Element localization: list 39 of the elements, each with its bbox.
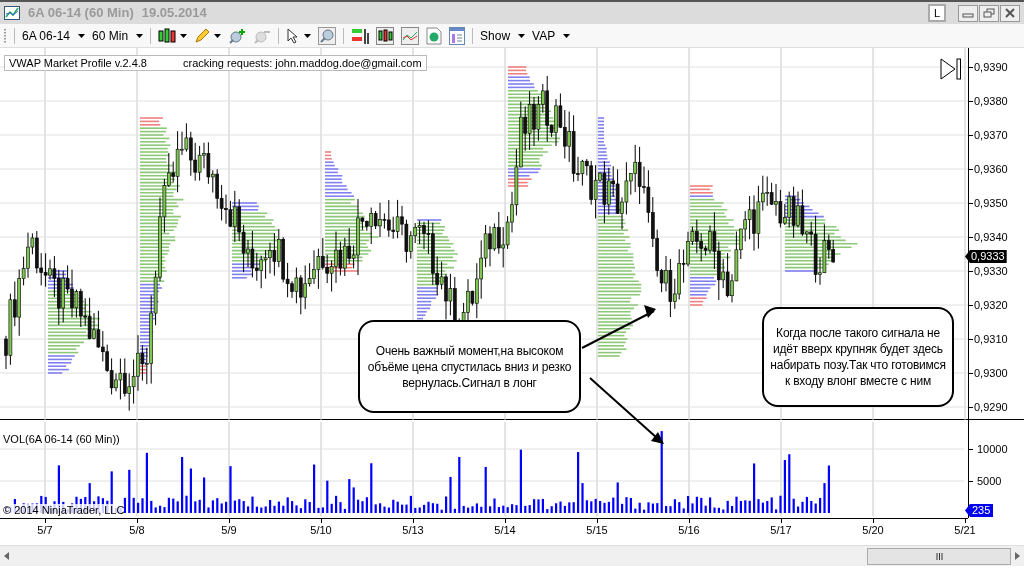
copyright: © 2014 NinjaTrader, LLC: [3, 504, 125, 516]
price-tick-label: 0,9340: [973, 230, 1008, 244]
date-tick-label: 5/10: [310, 523, 332, 537]
price-tick-label: 0,9310: [973, 332, 1008, 346]
indicator-name: VWAP Market Profile v.2.4.8: [9, 56, 147, 70]
date-tick-label: 5/20: [862, 523, 884, 537]
last-price-badge: 0,9333: [965, 250, 1007, 263]
date-tick-label: 5/7: [37, 523, 53, 537]
date-tick-label: 5/16: [678, 523, 700, 537]
date-tick-label: 5/8: [129, 523, 145, 537]
price-tick-label: 0,9330: [973, 264, 1008, 278]
callout-text: Когда после такого сигнала не идёт вверх крупняк будет здесь набирать позу.Так что готовимся к входу влонг вместе с ним: [769, 325, 947, 389]
date-tick-label: 5/14: [494, 523, 516, 537]
last-volume-badge: 235: [965, 504, 994, 517]
date-tick-label: 5/13: [402, 523, 424, 537]
date-tick-label: 5/17: [770, 523, 792, 537]
price-tick-label: 0,9290: [973, 400, 1008, 414]
window-title: 6A 06-14 (60 Min): [28, 4, 134, 23]
price-tick-label: 0,9300: [973, 366, 1008, 380]
price-tick-label: 0,9360: [973, 162, 1008, 176]
price-tick-label: 0,9390: [973, 60, 1008, 74]
volume-tick-label: 5000: [976, 474, 1002, 488]
link-button[interactable]: L: [928, 4, 946, 22]
show-dropdown[interactable]: Show: [480, 26, 526, 45]
interval-dropdown[interactable]: 60 Min: [92, 26, 144, 45]
date-tick-label: 5/15: [586, 523, 608, 537]
date-tick-label: 5/21: [954, 523, 976, 537]
window-date: 19.05.2014: [141, 4, 207, 23]
vap-dropdown[interactable]: VAP: [532, 26, 571, 45]
price-tick-label: 0,9350: [973, 196, 1008, 210]
price-tick-label: 0,9380: [973, 94, 1008, 108]
price-tick-label: 0,9320: [973, 298, 1008, 312]
callout-text: Очень важный момент,на высоком объёме цена спустилась вниз и резко вернулась.Сигнал в лонг: [366, 342, 573, 391]
instrument-dropdown[interactable]: 6A 06-14: [22, 26, 86, 45]
volume-tick-label: 10000: [976, 442, 1008, 456]
volume-title: VOL(6A 06-14 (60 Min)): [3, 432, 120, 447]
date-tick-label: 5/9: [221, 523, 237, 537]
indicator-note: cracking requests: john.maddog.doe@gmail.com: [182, 56, 422, 70]
price-tick-label: 0,9370: [973, 128, 1008, 142]
